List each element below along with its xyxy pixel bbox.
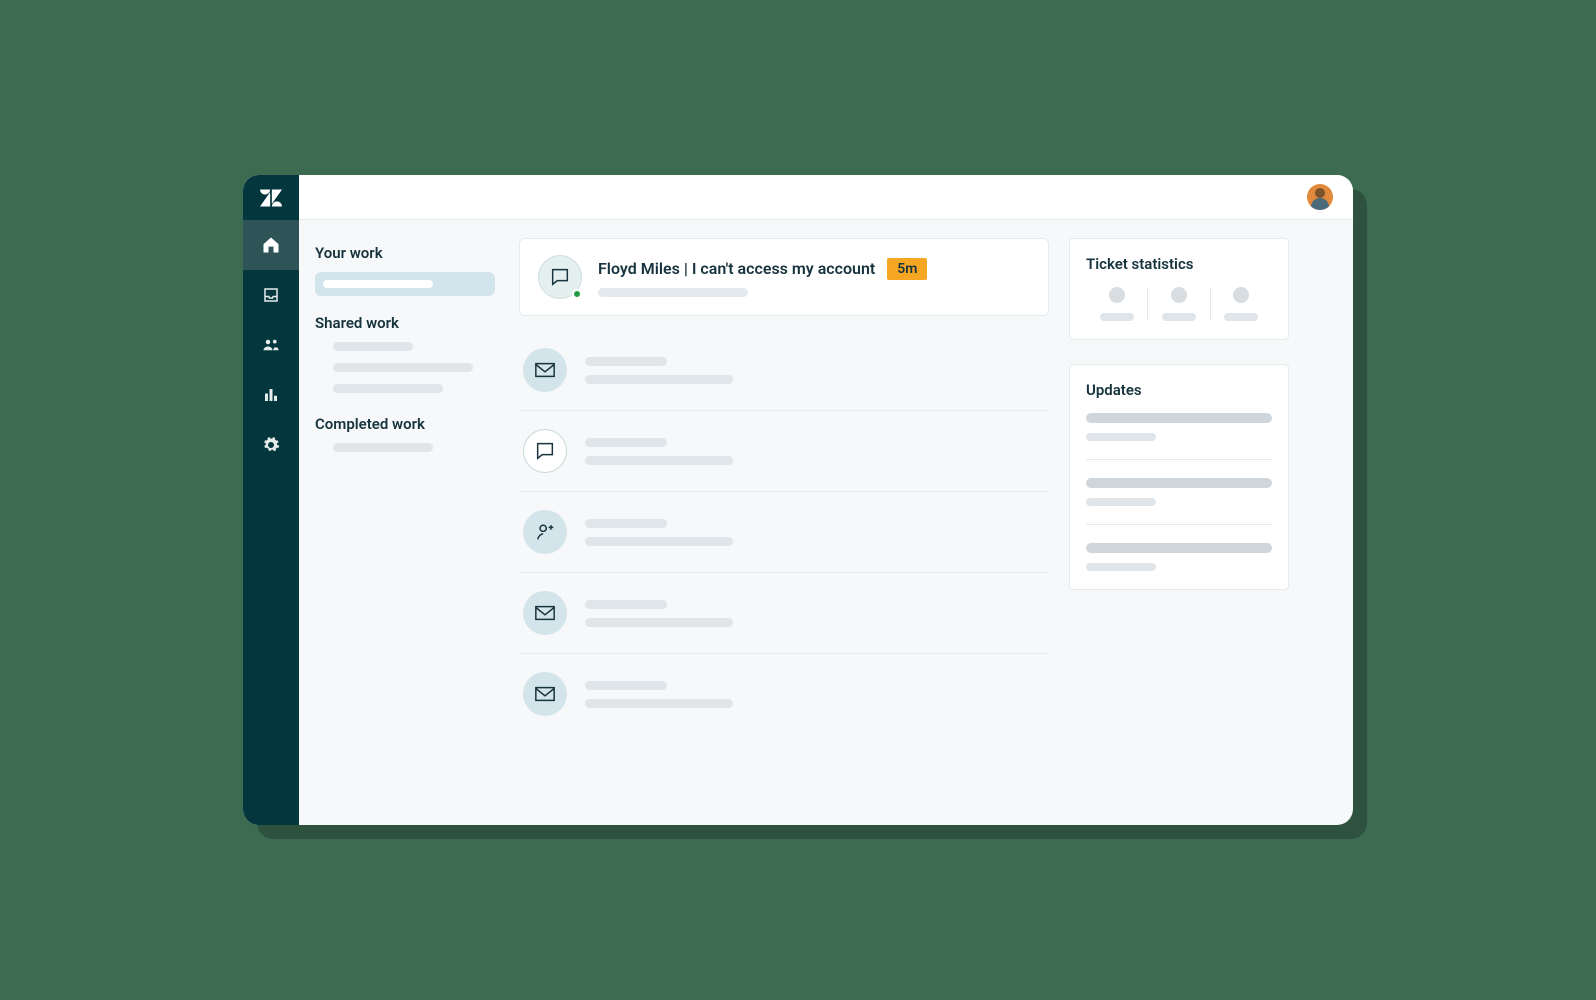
mail-icon bbox=[534, 604, 556, 622]
right-column: Ticket statistics Updates bbox=[1069, 238, 1289, 825]
add-user-icon bbox=[534, 521, 556, 543]
chat-bubble-icon bbox=[549, 266, 571, 288]
ticket-row-body bbox=[585, 438, 733, 465]
content: Your work Shared work Completed work bbox=[299, 220, 1353, 825]
your-work-heading: Your work bbox=[315, 244, 499, 262]
ticket-row-body bbox=[585, 519, 733, 546]
ticket-row[interactable] bbox=[519, 573, 1049, 654]
ticket-channel-icon-wrap bbox=[538, 255, 582, 299]
stats-row bbox=[1086, 287, 1272, 321]
stat-cell[interactable] bbox=[1086, 287, 1147, 321]
stat-label-placeholder bbox=[1100, 313, 1134, 321]
completed-work-heading: Completed work bbox=[315, 415, 499, 433]
updates-card-title: Updates bbox=[1086, 381, 1272, 399]
bar-chart-icon bbox=[262, 386, 280, 404]
ticket-customer: Floyd Miles bbox=[598, 259, 680, 278]
app-window: Your work Shared work Completed work bbox=[243, 175, 1353, 825]
update-item[interactable] bbox=[1086, 478, 1272, 525]
shared-work-item[interactable] bbox=[333, 363, 473, 372]
stat-cell[interactable] bbox=[1147, 287, 1209, 321]
stat-label-placeholder bbox=[1224, 313, 1258, 321]
stat-value-placeholder bbox=[1233, 287, 1249, 303]
user-avatar[interactable] bbox=[1307, 184, 1333, 210]
ticket-row[interactable] bbox=[519, 411, 1049, 492]
stat-cell[interactable] bbox=[1210, 287, 1272, 321]
your-work-active-item[interactable] bbox=[315, 272, 495, 296]
title-separator: | bbox=[680, 259, 692, 278]
stat-value-placeholder bbox=[1171, 287, 1187, 303]
ticket-channel-icon-wrap bbox=[523, 672, 567, 716]
people-icon bbox=[261, 336, 281, 354]
nav-rail bbox=[243, 175, 299, 825]
nav-views[interactable] bbox=[243, 270, 299, 320]
nav-admin[interactable] bbox=[243, 420, 299, 470]
nav-customers[interactable] bbox=[243, 320, 299, 370]
completed-work-item[interactable] bbox=[333, 443, 433, 452]
work-side-panel: Your work Shared work Completed work bbox=[299, 238, 499, 825]
ticket-title: Floyd Miles | I can't access my account bbox=[598, 259, 875, 278]
highlighted-ticket-card[interactable]: Floyd Miles | I can't access my account … bbox=[519, 238, 1049, 316]
mail-icon bbox=[534, 685, 556, 703]
time-badge: 5m bbox=[887, 258, 927, 280]
highlight-body: Floyd Miles | I can't access my account … bbox=[598, 258, 1030, 297]
home-icon bbox=[261, 235, 281, 255]
ticket-row-body bbox=[585, 681, 733, 708]
shared-work-heading: Shared work bbox=[315, 314, 499, 332]
shared-work-item[interactable] bbox=[333, 342, 413, 351]
ticket-statistics-card: Ticket statistics bbox=[1069, 238, 1289, 340]
ticket-channel-icon-wrap bbox=[523, 348, 567, 392]
shared-work-item[interactable] bbox=[333, 384, 443, 393]
gear-icon bbox=[262, 436, 280, 454]
ticket-row-body bbox=[585, 357, 733, 384]
nav-home[interactable] bbox=[243, 220, 299, 270]
ticket-channel-icon-wrap bbox=[523, 510, 567, 554]
presence-indicator bbox=[572, 289, 582, 299]
zendesk-logo-icon bbox=[260, 189, 282, 207]
stat-label-placeholder bbox=[1162, 313, 1196, 321]
chat-bubble-icon bbox=[534, 440, 556, 462]
updates-card: Updates bbox=[1069, 364, 1289, 590]
ticket-row[interactable] bbox=[519, 330, 1049, 411]
ticket-channel-icon-wrap bbox=[523, 591, 567, 635]
main-area: Your work Shared work Completed work bbox=[299, 175, 1353, 825]
update-item[interactable] bbox=[1086, 413, 1272, 460]
ticket-row[interactable] bbox=[519, 654, 1049, 734]
ticket-row[interactable] bbox=[519, 492, 1049, 573]
top-bar bbox=[299, 175, 1353, 220]
tray-icon bbox=[262, 286, 280, 304]
nav-reporting[interactable] bbox=[243, 370, 299, 420]
stat-value-placeholder bbox=[1109, 287, 1125, 303]
mail-icon bbox=[534, 361, 556, 379]
ticket-row-body bbox=[585, 600, 733, 627]
ticket-feed: Floyd Miles | I can't access my account … bbox=[519, 238, 1049, 825]
stats-card-title: Ticket statistics bbox=[1086, 255, 1272, 273]
ticket-channel-icon-wrap bbox=[523, 429, 567, 473]
brand-logo[interactable] bbox=[243, 175, 299, 220]
ticket-preview-placeholder bbox=[598, 288, 748, 297]
ticket-subject: I can't access my account bbox=[692, 259, 875, 278]
update-item[interactable] bbox=[1086, 543, 1272, 571]
